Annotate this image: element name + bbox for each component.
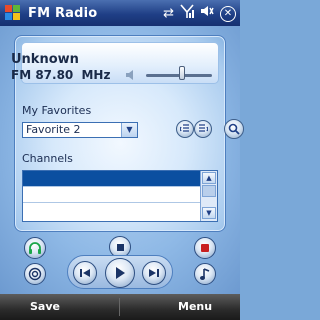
- volume-slider-thumb[interactable]: [179, 66, 186, 80]
- windows-logo-icon[interactable]: [4, 4, 22, 22]
- favorites-label: My Favorites: [22, 104, 92, 117]
- speaker-output-icon[interactable]: [24, 263, 46, 285]
- volume-icon: [126, 70, 133, 80]
- favorite-list-prev-icon[interactable]: [176, 120, 194, 138]
- record-icon[interactable]: [194, 237, 216, 259]
- softkey-divider: [119, 298, 120, 316]
- title-bar: FM Radio ⇄ ✕: [0, 0, 240, 26]
- softkey-bar: Save Menu: [0, 294, 240, 320]
- headphones-icon[interactable]: [24, 237, 46, 259]
- speaker-icon[interactable]: [200, 4, 214, 23]
- frequency-unit: MHz: [81, 68, 111, 82]
- music-note-icon[interactable]: [194, 263, 216, 285]
- scroll-thumb[interactable]: [202, 185, 216, 197]
- play-icon[interactable]: [105, 258, 135, 288]
- signal-icon[interactable]: [180, 4, 194, 23]
- connectivity-icon[interactable]: ⇄: [163, 6, 174, 22]
- previous-icon[interactable]: [73, 261, 97, 285]
- scroll-up-icon[interactable]: ▲: [202, 172, 216, 184]
- channels-label: Channels: [22, 152, 73, 165]
- channels-list[interactable]: ▲ ▼: [22, 170, 218, 222]
- app-title: FM Radio: [28, 5, 98, 21]
- save-softkey[interactable]: Save: [30, 300, 60, 313]
- close-icon[interactable]: ✕: [220, 5, 236, 22]
- frequency-value: FM 87.80: [11, 68, 74, 82]
- list-item[interactable]: [23, 187, 200, 203]
- list-item[interactable]: [23, 203, 200, 219]
- next-icon[interactable]: [142, 261, 166, 285]
- search-icon[interactable]: [224, 119, 244, 139]
- frequency-display: FM 87.80 MHz: [11, 68, 110, 82]
- menu-softkey[interactable]: Menu: [178, 300, 212, 313]
- channels-scrollbar[interactable]: ▲ ▼: [200, 171, 217, 221]
- scroll-down-icon[interactable]: ▼: [202, 207, 216, 219]
- favorite-list-next-icon[interactable]: [194, 120, 212, 138]
- station-name: Unknown: [11, 52, 79, 67]
- list-item[interactable]: [23, 171, 200, 187]
- dropdown-arrow-icon[interactable]: ▼: [121, 123, 137, 137]
- favorites-selected-value: Favorite 2: [26, 123, 81, 136]
